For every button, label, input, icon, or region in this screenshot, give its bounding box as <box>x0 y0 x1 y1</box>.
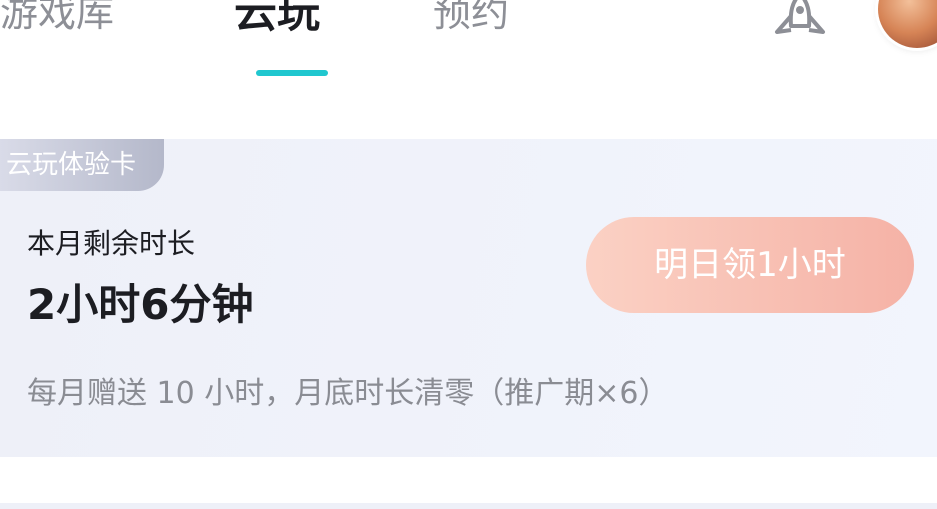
tab-reservation[interactable]: 预约 <box>433 0 509 42</box>
tab-game-library[interactable]: 游戏库 <box>0 0 114 42</box>
claim-hour-button[interactable]: 明日领1小时 <box>586 217 914 313</box>
rocket-icon[interactable] <box>763 0 837 44</box>
cloud-play-page: 游戏库 云玩 预约 云玩体验卡 本月剩余时长 2小时6分钟 明日领1小时 每月赠… <box>0 0 937 509</box>
card-badge: 云玩体验卡 <box>0 139 165 191</box>
avatar[interactable] <box>878 0 937 48</box>
cloud-play-experience-card: 云玩体验卡 本月剩余时长 2小时6分钟 明日领1小时 每月赠送 10 小时，月底… <box>0 139 937 457</box>
remaining-time-label: 本月剩余时长 <box>27 227 196 260</box>
active-tab-indicator <box>256 70 328 76</box>
tab-cloud-play[interactable]: 云玩 <box>234 0 320 42</box>
card-note: 每月赠送 10 小时，月底时长清零（推广期×6） <box>27 376 669 411</box>
remaining-time-value: 2小时6分钟 <box>27 280 254 329</box>
next-card-edge <box>0 503 937 509</box>
